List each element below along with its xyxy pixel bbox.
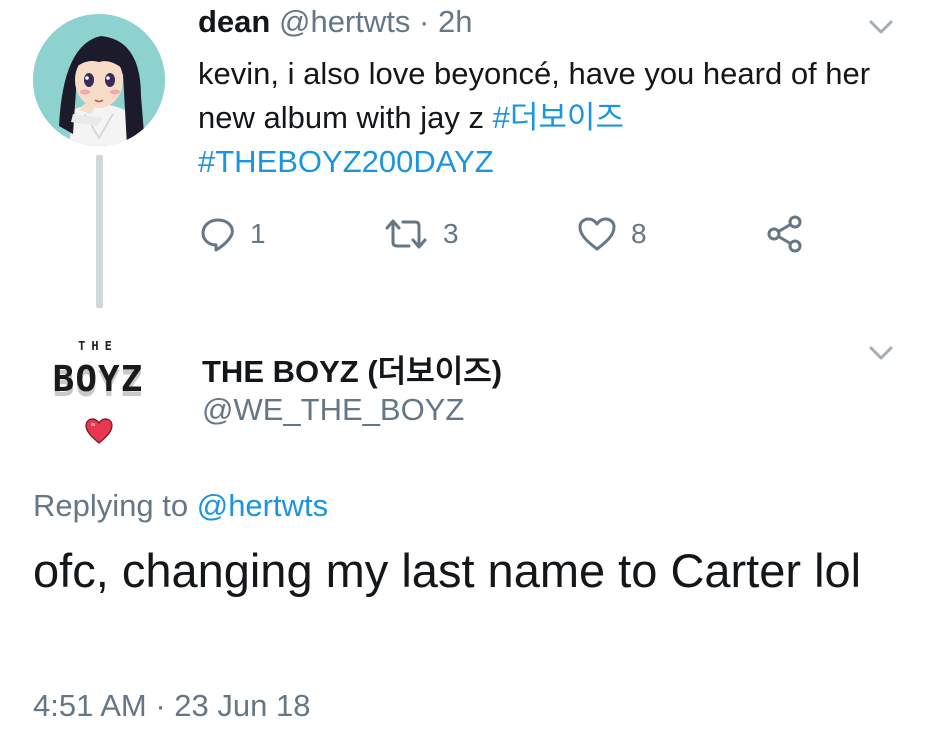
- reply-button[interactable]: 1: [200, 212, 266, 256]
- replying-to-link[interactable]: @hertwts: [197, 488, 328, 523]
- parent-display-name[interactable]: dean: [198, 4, 270, 39]
- thread-line: [96, 155, 103, 308]
- anime-girl-avatar-icon: [33, 14, 165, 146]
- like-icon: [578, 217, 616, 251]
- replying-prefix: Replying to: [33, 488, 189, 523]
- like-count: 8: [631, 218, 647, 249]
- tweet-timestamp[interactable]: 4:51 AM · 23 Jun 18: [33, 688, 310, 724]
- retweet-count: 3: [443, 218, 459, 249]
- hashtag-link[interactable]: #더보이즈: [493, 100, 624, 135]
- main-more-button[interactable]: [864, 336, 898, 370]
- parent-handle[interactable]: @hertwts: [279, 4, 410, 39]
- share-icon: [767, 215, 802, 253]
- header-separator: ·: [419, 4, 430, 39]
- retweet-button[interactable]: 3: [383, 212, 459, 256]
- like-button[interactable]: 8: [577, 212, 647, 256]
- replying-to: Replying to @hertwts: [33, 488, 328, 524]
- logo-the-text: THE: [78, 339, 118, 353]
- main-handle[interactable]: @WE_THE_BOYZ: [202, 392, 464, 428]
- chevron-down-icon: [869, 20, 893, 34]
- heart-logo-icon: [85, 418, 113, 444]
- logo-boyz-text: BOYZ: [52, 359, 144, 400]
- retweet-icon: [385, 219, 427, 249]
- hashtag-link[interactable]: #THEBOYZ200DAYZ: [198, 144, 494, 179]
- main-tweet-text: ofc, changing my last name to Carter lol: [33, 544, 862, 597]
- parent-tweet-header: dean @hertwts · 2h: [198, 4, 472, 40]
- parent-tweet-text: kevin, i also love beyoncé, have you hea…: [198, 52, 888, 184]
- parent-avatar[interactable]: [33, 14, 165, 146]
- chevron-down-icon: [869, 346, 893, 360]
- reply-icon: [201, 218, 234, 252]
- main-avatar[interactable]: THE BOYZ BOYZ: [28, 333, 168, 453]
- parent-time[interactable]: 2h: [438, 4, 472, 39]
- reply-count: 1: [250, 218, 266, 249]
- share-button[interactable]: [765, 212, 805, 256]
- main-display-name[interactable]: THE BOYZ (더보이즈): [202, 346, 502, 391]
- parent-more-button[interactable]: [864, 10, 898, 44]
